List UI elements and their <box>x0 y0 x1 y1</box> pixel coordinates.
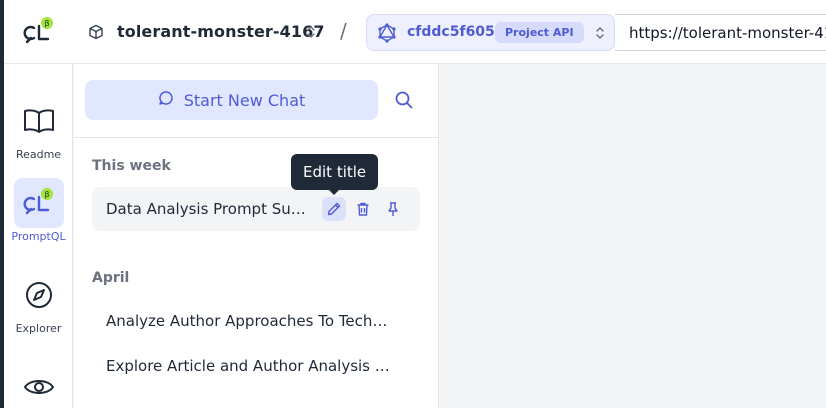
start-new-chat-label: Start New Chat <box>183 90 306 110</box>
rail-label: PromptQL <box>11 230 66 243</box>
edit-title-button[interactable] <box>322 197 346 221</box>
chevron-up-down-icon[interactable] <box>594 25 606 41</box>
start-new-chat-button[interactable]: Start New Chat <box>85 80 378 120</box>
build-selector[interactable]: cfddc5f605 Project API <box>366 14 615 51</box>
trash-icon <box>357 202 369 216</box>
chat-item-title: Explore Article and Author Analysis Opti… <box>106 357 392 375</box>
rail-label: Readme <box>15 148 62 161</box>
rail-item-observe[interactable] <box>4 362 73 408</box>
divider <box>74 137 439 138</box>
rail-item-explorer[interactable]: Explorer <box>4 270 73 335</box>
main-content-area <box>440 64 826 408</box>
chat-group-title: This week <box>92 158 171 174</box>
top-bar: β tolerant-monster-4167 / cfddc5f605 Pro… <box>4 0 826 64</box>
chat-item[interactable]: Analyze Author Approaches To Technology <box>92 299 420 343</box>
rail-label: Explorer <box>15 322 62 335</box>
rail-item-promptql[interactable]: β PromptQL <box>4 178 73 243</box>
compass-icon <box>14 270 64 320</box>
beta-badge: β <box>44 190 49 199</box>
project-selector[interactable]: tolerant-monster-4167 <box>117 22 325 41</box>
pin-chat-button[interactable] <box>381 197 405 221</box>
beta-badge: β <box>44 19 49 28</box>
pencil-icon <box>327 202 341 216</box>
chat-item[interactable]: Data Analysis Prompt Suggestions <box>92 187 420 231</box>
breadcrumb-separator: / <box>340 19 347 43</box>
chat-history-panel: Start New Chat This week Data Analysis P… <box>74 64 439 408</box>
eye-icon <box>14 362 64 408</box>
pin-icon <box>388 202 398 216</box>
chat-item[interactable]: Explore Article and Author Analysis Opti… <box>92 344 420 388</box>
build-type-badge: Project API <box>495 22 584 43</box>
left-nav-rail: Readme β PromptQL Explorer <box>4 64 73 408</box>
build-id: cfddc5f605 <box>407 24 495 40</box>
rail-item-readme[interactable]: Readme <box>4 96 73 161</box>
chat-item-title: Analyze Author Approaches To Technology <box>106 312 392 330</box>
promptql-logo-icon: β <box>13 178 64 228</box>
delete-chat-button[interactable] <box>351 197 375 221</box>
chat-item-title: Data Analysis Prompt Suggestions <box>106 200 310 218</box>
graphql-icon <box>377 23 397 43</box>
cube-icon <box>88 24 104 40</box>
chevron-up-down-icon[interactable] <box>305 24 317 40</box>
endpoint-url-field[interactable]: https://tolerant-monster-4167 <box>615 14 826 51</box>
endpoint-url: https://tolerant-monster-4167 <box>629 24 826 42</box>
chat-bubble-icon <box>158 90 174 110</box>
edit-title-tooltip: Edit title <box>291 154 379 195</box>
chat-group-title: April <box>92 270 130 286</box>
search-icon[interactable] <box>392 88 416 112</box>
promptql-logo-icon[interactable]: β <box>22 16 56 48</box>
book-icon <box>14 96 64 146</box>
